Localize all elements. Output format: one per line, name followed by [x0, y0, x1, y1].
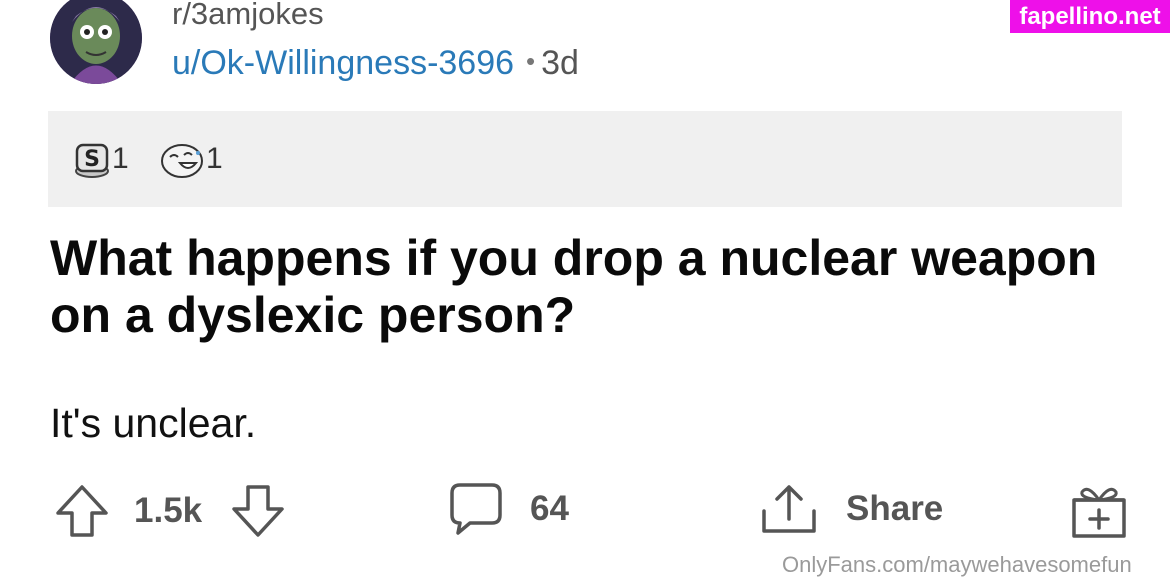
meta-separator: •	[526, 46, 536, 76]
award-laughing-count: 1	[206, 142, 223, 175]
watermark-bottom: OnlyFans.com/maywehavesomefun	[782, 552, 1132, 577]
post-body: It's unclear.	[50, 400, 257, 446]
give-award-button[interactable]	[1070, 482, 1128, 540]
vote-count: 1.5k	[134, 491, 203, 530]
gift-icon	[1072, 487, 1126, 538]
post-meta: u/Ok-Willingness-3696 • 3d	[172, 44, 579, 83]
share-icon	[762, 485, 816, 533]
vote-controls: 1.5k	[54, 483, 286, 539]
svg-text:S: S	[84, 147, 100, 172]
comment-count: 64	[530, 489, 569, 528]
downvote-arrow-icon[interactable]	[230, 483, 286, 539]
watermark-top: fapellino.net	[1010, 0, 1170, 33]
laughing-face-award-icon	[161, 144, 203, 178]
share-button[interactable]: Share	[760, 481, 943, 537]
silver-award-icon: S	[75, 143, 109, 178]
post-age: 3d	[541, 44, 579, 82]
award-laughing[interactable]: 1	[160, 135, 223, 183]
upvote-arrow-icon[interactable]	[54, 483, 110, 539]
award-silver-count: 1	[112, 142, 129, 175]
award-silver[interactable]: S 1	[74, 135, 129, 183]
avatar[interactable]	[50, 0, 142, 84]
avatar-image	[50, 0, 142, 84]
comments-button[interactable]: 64	[448, 481, 569, 537]
username-link[interactable]: u/Ok-Willingness-3696	[172, 44, 514, 82]
awards-bar[interactable]: S 1 1	[48, 111, 1122, 207]
subreddit-name[interactable]: r/3amjokes	[172, 0, 324, 32]
comment-bubble-icon	[450, 483, 502, 535]
post-title: What happens if you drop a nuclear weapo…	[50, 230, 1098, 343]
share-label: Share	[846, 489, 944, 528]
